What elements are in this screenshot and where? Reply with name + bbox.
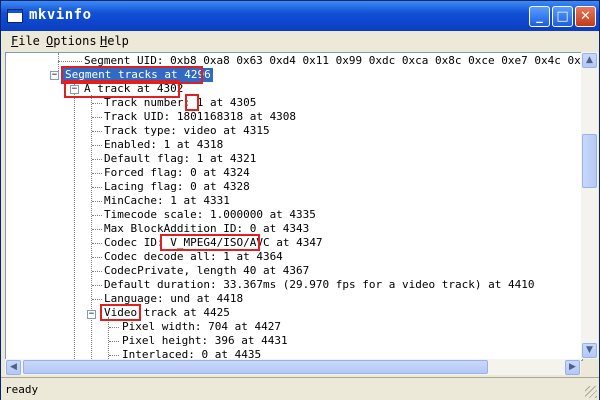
track-number-offset: at 4305 (203, 96, 257, 109)
tree-connector (92, 159, 102, 160)
tree-line (74, 81, 75, 360)
tree-connector (92, 215, 102, 216)
tree-connector (92, 103, 102, 104)
tree-connector (92, 285, 102, 286)
highlight-box (100, 304, 141, 321)
minimize-button[interactable]: _ (529, 6, 550, 27)
highlight-box (160, 234, 260, 251)
tree-connector (58, 61, 82, 62)
tree-connector (109, 355, 119, 356)
tree-connector (92, 201, 102, 202)
tree-connector (92, 131, 102, 132)
track-number-label: Track number: (104, 96, 197, 109)
scroll-up-arrow[interactable]: ▲ (582, 53, 597, 68)
maximize-button[interactable]: □ (552, 6, 573, 27)
tree-item-lacing-flag[interactable]: Lacing flag: 0 at 4328 (104, 180, 250, 194)
tree-item-track-type[interactable]: Track type: video at 4315 (104, 124, 270, 138)
tree-item-pixel-width[interactable]: Pixel width: 704 at 4427 (122, 320, 281, 334)
tree-item-mincache[interactable]: MinCache: 1 at 4331 (104, 194, 230, 208)
tree-connector (92, 187, 102, 188)
status-text: ready (5, 383, 39, 396)
menu-bar: File Options Help (1, 31, 599, 51)
menu-help[interactable]: Help (100, 34, 129, 48)
tree-connector (92, 117, 102, 118)
tree-item-track-uid[interactable]: Track UID: 1801168318 at 4308 (104, 110, 296, 124)
element-tree[interactable]: Segment UID: 0xb8 0xa8 0x63 0xd4 0x11 0x… (5, 52, 583, 361)
collapse-icon[interactable]: − (50, 71, 59, 80)
tree-line (91, 95, 92, 360)
tree-item-codec-decode-all[interactable]: Codec decode all: 1 at 4364 (104, 250, 283, 264)
tree-connector (92, 145, 102, 146)
tree-connector (109, 341, 119, 342)
vertical-scroll-thumb[interactable] (582, 134, 597, 188)
resize-grip-icon[interactable] (585, 386, 597, 398)
scroll-down-arrow[interactable]: ▼ (582, 343, 597, 358)
tree-item-enabled[interactable]: Enabled: 1 at 4318 (104, 138, 223, 152)
tree-connector (92, 257, 102, 258)
tree-connector (92, 173, 102, 174)
title-bar[interactable]: mkvinfo _ □ ✕ (1, 1, 599, 31)
tree-connector (109, 327, 119, 328)
menu-options[interactable]: Options (46, 34, 97, 48)
highlight-box (185, 94, 199, 111)
tree-item-pixel-height[interactable]: Pixel height: 396 at 4431 (122, 334, 288, 348)
tree-connector (92, 243, 102, 244)
tree-item-track-number[interactable]: Track number: 1 at 4305 (104, 96, 256, 110)
codec-id-offset: at 4347 (269, 236, 323, 249)
tree-connector (92, 229, 102, 230)
tree-connector (92, 271, 102, 272)
tree-item-default-flag[interactable]: Default flag: 1 at 4321 (104, 152, 256, 166)
mkvinfo-window: mkvinfo _ □ ✕ File Options Help Segment … (0, 0, 600, 400)
tree-connector (92, 299, 102, 300)
menu-file[interactable]: File (11, 34, 40, 48)
video-track-offset: track at 4425 (137, 306, 230, 319)
collapse-icon[interactable]: − (87, 310, 96, 319)
menu-file-rest: ile (18, 34, 40, 48)
close-button[interactable]: ✕ (575, 6, 596, 27)
scroll-right-arrow[interactable]: ▶ (565, 360, 580, 375)
window-title: mkvinfo (29, 7, 92, 23)
vertical-scrollbar[interactable] (581, 52, 598, 359)
tree-item-default-duration[interactable]: Default duration: 33.367ms (29.970 fps f… (104, 278, 534, 292)
menu-options-rest: ptions (53, 34, 97, 48)
tree-item-codec-private[interactable]: CodecPrivate, length 40 at 4367 (104, 264, 309, 278)
menu-help-rest: elp (107, 34, 129, 48)
tree-item-timecode-scale[interactable]: Timecode scale: 1.000000 at 4335 (104, 208, 316, 222)
tree-item-forced-flag[interactable]: Forced flag: 0 at 4324 (104, 166, 250, 180)
app-icon (7, 9, 23, 23)
status-bar: ready (1, 377, 599, 400)
horizontal-scroll-thumb[interactable] (23, 360, 488, 374)
scroll-left-arrow[interactable]: ◀ (6, 360, 21, 375)
